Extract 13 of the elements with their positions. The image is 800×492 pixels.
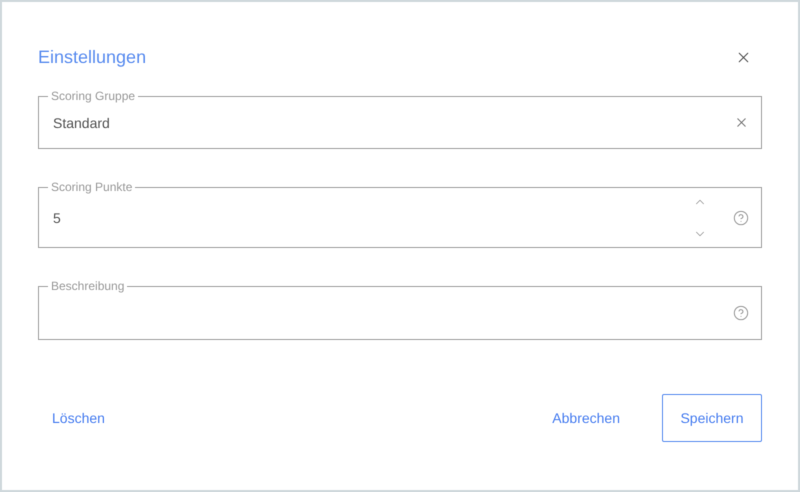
select-field[interactable]: Scoring Gruppe Standard <box>38 89 762 149</box>
field-label: Scoring Punkte <box>50 180 134 194</box>
number-field[interactable]: Scoring Punkte 5 <box>38 180 762 248</box>
field-label: Scoring Gruppe <box>50 89 136 103</box>
field-value[interactable]: 5 <box>53 206 693 230</box>
help-icon[interactable] <box>733 210 749 226</box>
field-value[interactable]: Standard <box>53 110 734 134</box>
help-icon[interactable] <box>733 305 749 321</box>
text-button[interactable]: Löschen <box>38 394 119 442</box>
text-button[interactable]: Abbrechen <box>538 394 634 442</box>
dialog-title: Einstellungen <box>38 46 146 69</box>
field-label: Beschreibung <box>50 279 126 293</box>
primary-button[interactable]: Speichern <box>662 394 762 442</box>
